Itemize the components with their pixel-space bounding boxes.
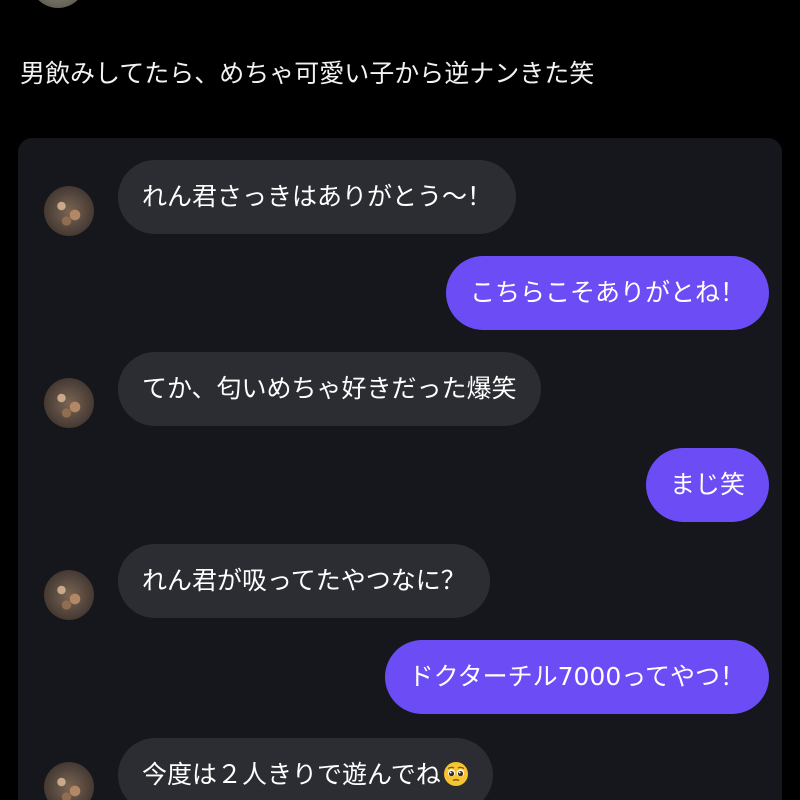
outgoing-message: まじ笑 (645, 448, 769, 522)
sender-avatar (44, 186, 94, 236)
outgoing-message: ドクターチル7000ってやつ！ (384, 640, 769, 714)
poster-avatar[interactable] (30, 0, 86, 8)
sender-avatar (44, 570, 94, 620)
incoming-message: てか、匂いめちゃ好きだった爆笑 (118, 352, 541, 426)
sender-avatar (44, 378, 94, 428)
pleading-face-emoji (443, 762, 468, 786)
post-text: 男飲みしてたら、めちゃ可愛い子から逆ナンきた笑 (20, 59, 595, 88)
post-screen: 男飲みしてたら、めちゃ可愛い子から逆ナンきた笑 れん君さっきはありがとう〜！ こ… (0, 0, 800, 800)
incoming-message: れん君が吸ってたやつなに？ (118, 544, 490, 618)
outgoing-message: こちらこそありがとね！ (445, 256, 769, 330)
incoming-message-text: 今度は２人きりで遊んでね (142, 760, 441, 789)
incoming-message: 今度は２人きりで遊んでね (118, 738, 493, 800)
incoming-message: れん君さっきはありがとう〜！ (118, 160, 517, 234)
